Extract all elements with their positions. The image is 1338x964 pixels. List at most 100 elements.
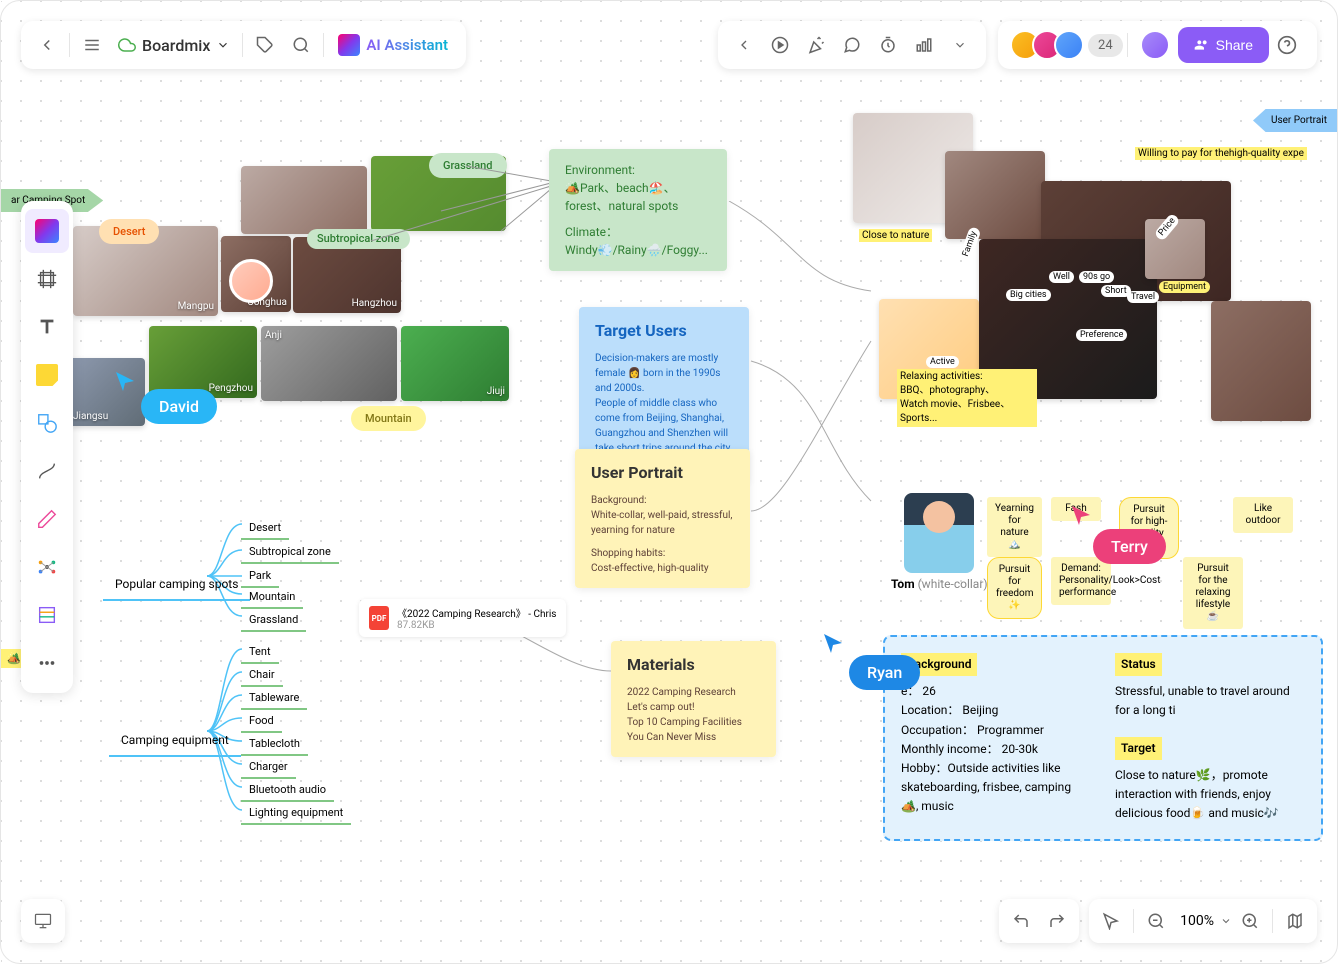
search-button[interactable] xyxy=(283,27,319,63)
pill-desert[interactable]: Desert xyxy=(99,219,159,244)
map-tag-preference[interactable]: Preference xyxy=(1076,329,1127,341)
template-tool[interactable] xyxy=(25,593,69,637)
image-anji[interactable]: Anji xyxy=(261,326,397,401)
note-user-portrait[interactable]: User Portrait Background: White-collar, … xyxy=(575,449,750,588)
share-icon xyxy=(1194,37,1210,53)
detail-location: Location： Beijing xyxy=(901,701,1091,720)
share-button[interactable]: Share xyxy=(1178,27,1269,63)
persona-tom[interactable]: Tom (white-collar) xyxy=(891,493,988,591)
cursor-ryan-icon xyxy=(821,631,845,655)
board-name[interactable]: Boardmix xyxy=(110,36,238,55)
toolbar-left-group: Boardmix AI Assistant xyxy=(21,21,466,69)
collapse-button[interactable] xyxy=(726,27,762,63)
detail-hobby: Hobby：Outside activities like skateboard… xyxy=(901,759,1091,817)
sticky-freedom[interactable]: Pursuit for freedom ✨ xyxy=(987,557,1042,619)
cursor-david-icon xyxy=(113,369,137,393)
redo-button[interactable] xyxy=(1039,903,1075,939)
detail-target-heading: Target xyxy=(1115,737,1162,760)
image-tent1[interactable] xyxy=(241,166,367,234)
avatar xyxy=(1054,30,1084,60)
pen-tool[interactable] xyxy=(25,497,69,541)
mindmap-leaf[interactable]: Bluetooth audio xyxy=(241,779,334,802)
pointer-mode-button[interactable] xyxy=(1093,903,1129,939)
label-close-to-nature[interactable]: Close to nature xyxy=(859,229,932,242)
sticky-note-tool[interactable] xyxy=(25,353,69,397)
image-campfire[interactable] xyxy=(945,151,1045,239)
map-tag-90s[interactable]: 90s go xyxy=(1079,271,1114,283)
label-relaxing[interactable]: Relaxing activities: BBQ、photography、 Wa… xyxy=(897,369,1037,427)
map-tag-active[interactable]: Active xyxy=(926,356,959,368)
collaborator-avatars[interactable]: 24 xyxy=(1010,30,1123,60)
text-tool[interactable] xyxy=(25,305,69,349)
zoom-in-button[interactable] xyxy=(1232,903,1268,939)
sticky-like-outdoor[interactable]: Like outdoor xyxy=(1233,497,1293,533)
note-materials[interactable]: Materials 2022 Camping Research Let's ca… xyxy=(611,641,776,757)
sticky-demand[interactable]: Demand: Personality/Look>Cost performanc… xyxy=(1051,557,1111,605)
mindmap-leaf[interactable]: Food xyxy=(241,710,282,733)
minimap-button[interactable] xyxy=(1277,903,1313,939)
zoom-level[interactable]: 100% xyxy=(1174,913,1220,929)
select-tool[interactable] xyxy=(25,209,69,253)
mindmap-leaf[interactable]: Tableware xyxy=(241,687,307,710)
bottom-right-controls: 100% xyxy=(999,899,1317,943)
mindmap-leaf[interactable]: Lighting equipment xyxy=(241,802,351,825)
mindmap-leaf[interactable]: Chair xyxy=(241,664,283,687)
presentation-icon xyxy=(33,911,53,931)
frame-tool[interactable] xyxy=(25,257,69,301)
menu-button[interactable] xyxy=(74,27,110,63)
mindmap-leaf[interactable]: Desert xyxy=(241,517,289,540)
detail-status: Stressful, unable to travel around for a… xyxy=(1115,682,1305,720)
map-tag-big-cities[interactable]: Big cities xyxy=(1006,289,1051,301)
pdf-icon: PDF xyxy=(369,606,389,630)
mindmap-leaf[interactable]: Subtropical zone xyxy=(241,541,339,564)
mindmap-root-equipment[interactable]: Camping equipment xyxy=(109,725,241,757)
mindmap-leaf[interactable]: Mountain xyxy=(241,586,303,609)
zoom-out-button[interactable] xyxy=(1138,903,1174,939)
map-tag-equipment[interactable]: Equipment xyxy=(1159,281,1210,293)
help-button[interactable] xyxy=(1269,27,1305,63)
mindmap-root-spots[interactable]: Popular camping spots xyxy=(103,569,250,601)
map-tag-travel[interactable]: Travel xyxy=(1127,291,1159,303)
label-willing-to-pay[interactable]: Willing to pay for thehigh-quality expe xyxy=(1135,147,1307,160)
ai-assistant-button[interactable]: AI Assistant xyxy=(328,34,458,56)
mindmap-leaf[interactable]: Grassland xyxy=(241,609,306,632)
pill-subtropical[interactable]: Subtropical zone xyxy=(307,229,410,249)
play-button[interactable] xyxy=(762,27,798,63)
more-tools-button[interactable] xyxy=(942,27,978,63)
note-environment[interactable]: Environment: 🏕️Park、beach🏖️、forest、natur… xyxy=(549,149,727,271)
current-user-avatar[interactable] xyxy=(1140,30,1170,60)
sticky-yearning[interactable]: Yearning for nature🏔️ xyxy=(987,497,1042,557)
image-picnic[interactable] xyxy=(1211,301,1311,421)
tool-panel xyxy=(21,201,73,693)
bottom-left-button[interactable] xyxy=(21,899,65,943)
comment-button[interactable] xyxy=(834,27,870,63)
image-pengzhou[interactable]: Pengzhou xyxy=(149,326,257,398)
mindmap-leaf[interactable]: Charger xyxy=(241,756,296,779)
timer-button[interactable] xyxy=(870,27,906,63)
sticky-relaxing[interactable]: Pursuit for the relaxing lifestyle☕ xyxy=(1183,557,1243,629)
file-attachment[interactable]: PDF 《2022 Camping Research》 - Chris 87.8… xyxy=(359,599,566,637)
detail-occupation: Occupation： Programmer xyxy=(901,721,1091,740)
mindmap-tool[interactable] xyxy=(25,545,69,589)
mindmap-leaf[interactable]: Tent xyxy=(241,641,279,664)
mindmap-leaf[interactable]: Park xyxy=(241,565,279,588)
top-toolbar: Boardmix AI Assistant xyxy=(21,21,1317,69)
pill-grassland[interactable]: Grassland xyxy=(429,153,507,178)
image-jiuji[interactable]: Jiuji xyxy=(401,326,509,401)
celebrate-button[interactable] xyxy=(798,27,834,63)
chevron-down-icon xyxy=(1220,915,1232,927)
pill-mountain[interactable]: Mountain xyxy=(351,406,426,431)
tag-button[interactable] xyxy=(247,27,283,63)
undo-button[interactable] xyxy=(1003,903,1039,939)
chart-button[interactable] xyxy=(906,27,942,63)
connector-tool[interactable] xyxy=(25,449,69,493)
detail-panel[interactable]: Background e： 26 Location： Beijing Occup… xyxy=(883,635,1323,841)
more-tool[interactable] xyxy=(25,641,69,685)
back-button[interactable] xyxy=(29,27,65,63)
map-tag-well[interactable]: Well xyxy=(1049,271,1074,283)
user-portrait-tag[interactable]: User Portrait xyxy=(1253,109,1337,132)
image-small[interactable] xyxy=(1145,219,1205,279)
shape-tool[interactable] xyxy=(25,401,69,445)
mindmap-leaf[interactable]: Tablecloth xyxy=(241,733,308,756)
user-avatar-circle[interactable] xyxy=(229,259,273,303)
